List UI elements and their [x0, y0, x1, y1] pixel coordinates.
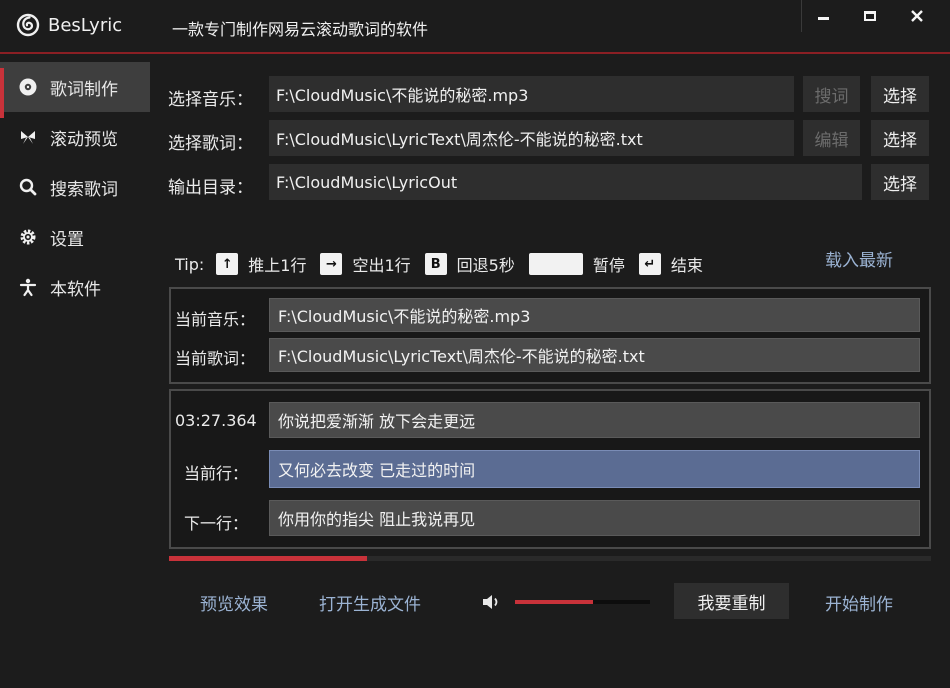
prev-line-field: 你说把爱渐渐 放下会走更远: [269, 402, 920, 438]
current-lyric-label: 当前歌词：: [175, 349, 256, 368]
sidebar-item-label: 设置: [50, 229, 84, 250]
preview-link[interactable]: 预览效果: [200, 590, 268, 615]
space-key-icon: [528, 253, 583, 275]
info-person-icon: [18, 277, 38, 297]
tip-row: Tip: ↑ 推上1行 → 空出1行 B 回退5秒 暂停 ↵ 结束: [175, 250, 717, 278]
minimize-button[interactable]: [801, 0, 845, 32]
b-key-icon: B: [424, 253, 447, 275]
search-icon: [18, 177, 38, 197]
gear-icon: [18, 227, 38, 247]
tip-enter-text: 结束: [670, 256, 703, 275]
netease-logo-icon: [16, 13, 40, 37]
tip-space-text: 暂停: [592, 256, 625, 275]
tip-prefix: Tip:: [175, 254, 205, 274]
sidebar-item-about[interactable]: 本软件: [0, 262, 150, 312]
enter-key-icon: ↵: [638, 253, 661, 275]
edit-lyric-button[interactable]: 编辑: [803, 120, 860, 156]
current-music-field: F:\CloudMusic\不能说的秘密.mp3: [269, 298, 920, 332]
close-button[interactable]: [895, 0, 939, 32]
maximize-button[interactable]: [848, 0, 892, 32]
volume-slider[interactable]: [515, 600, 650, 604]
start-making-link[interactable]: 开始制作: [825, 590, 893, 615]
sidebar-item-label: 搜索歌词: [50, 179, 118, 200]
output-label: 输出目录：: [168, 178, 253, 198]
output-path-field[interactable]: F:\CloudMusic\LyricOut: [269, 164, 862, 200]
music-label: 选择音乐：: [168, 90, 253, 110]
current-line-field: 又何必去改变 已走过的时间: [269, 450, 920, 488]
close-icon: [911, 10, 923, 22]
volume-icon[interactable]: [481, 593, 501, 611]
next-line-label: 下一行：: [184, 514, 249, 533]
tip-up-text: 推上1行: [248, 256, 307, 275]
app-name: BesLyric: [48, 15, 123, 36]
tip-b-text: 回退5秒: [456, 256, 515, 275]
volume-fill: [515, 600, 594, 604]
lyric-label: 选择歌词：: [168, 134, 253, 154]
sidebar-item-search-lyrics[interactable]: 搜索歌词: [0, 162, 150, 212]
current-line-label: 当前行：: [184, 464, 249, 483]
minimize-icon: [818, 16, 829, 20]
search-lyric-button[interactable]: 搜词: [803, 76, 860, 112]
load-latest-link[interactable]: 载入最新: [825, 246, 893, 271]
sidebar-item-label: 歌词制作: [50, 79, 118, 100]
current-music-label: 当前音乐：: [175, 310, 256, 329]
sidebar-item-settings[interactable]: 设置: [0, 212, 150, 262]
lyric-path-field[interactable]: F:\CloudMusic\LyricText\周杰伦-不能说的秘密.txt: [269, 120, 794, 156]
sidebar-item-label: 滚动预览: [50, 129, 118, 150]
disc-icon: [18, 77, 38, 97]
sidebar-item-label: 本软件: [50, 279, 101, 300]
prev-line-time: 03:27.364: [175, 411, 257, 430]
progress-fill: [169, 556, 368, 561]
maximize-icon: [864, 11, 876, 21]
title-bar: BesLyric 一款专门制作网易云滚动歌词的软件: [0, 0, 950, 54]
tip-right-text: 空出1行: [352, 256, 411, 275]
select-music-button[interactable]: 选择: [871, 76, 929, 112]
butterfly-icon: [18, 127, 38, 147]
sidebar-item-scroll-preview[interactable]: 滚动预览: [0, 112, 150, 162]
sidebar: 歌词制作 滚动预览 搜索歌词 设置 本软件: [0, 56, 150, 312]
current-lyric-field: F:\CloudMusic\LyricText\周杰伦-不能说的秘密.txt: [269, 338, 920, 372]
select-lyric-button[interactable]: 选择: [871, 120, 929, 156]
select-output-button[interactable]: 选择: [871, 164, 929, 200]
sidebar-item-lyric-making[interactable]: 歌词制作: [0, 62, 150, 118]
app-subtitle: 一款专门制作网易云滚动歌词的软件: [172, 20, 429, 39]
reset-button[interactable]: 我要重制: [674, 583, 789, 619]
up-arrow-key-icon: ↑: [216, 253, 239, 275]
music-path-field[interactable]: F:\CloudMusic\不能说的秘密.mp3: [269, 76, 794, 112]
next-line-field: 你用你的指尖 阻止我说再见: [269, 500, 920, 536]
right-arrow-key-icon: →: [320, 253, 343, 275]
open-file-link[interactable]: 打开生成文件: [319, 590, 421, 615]
progress-bar[interactable]: [169, 556, 931, 561]
